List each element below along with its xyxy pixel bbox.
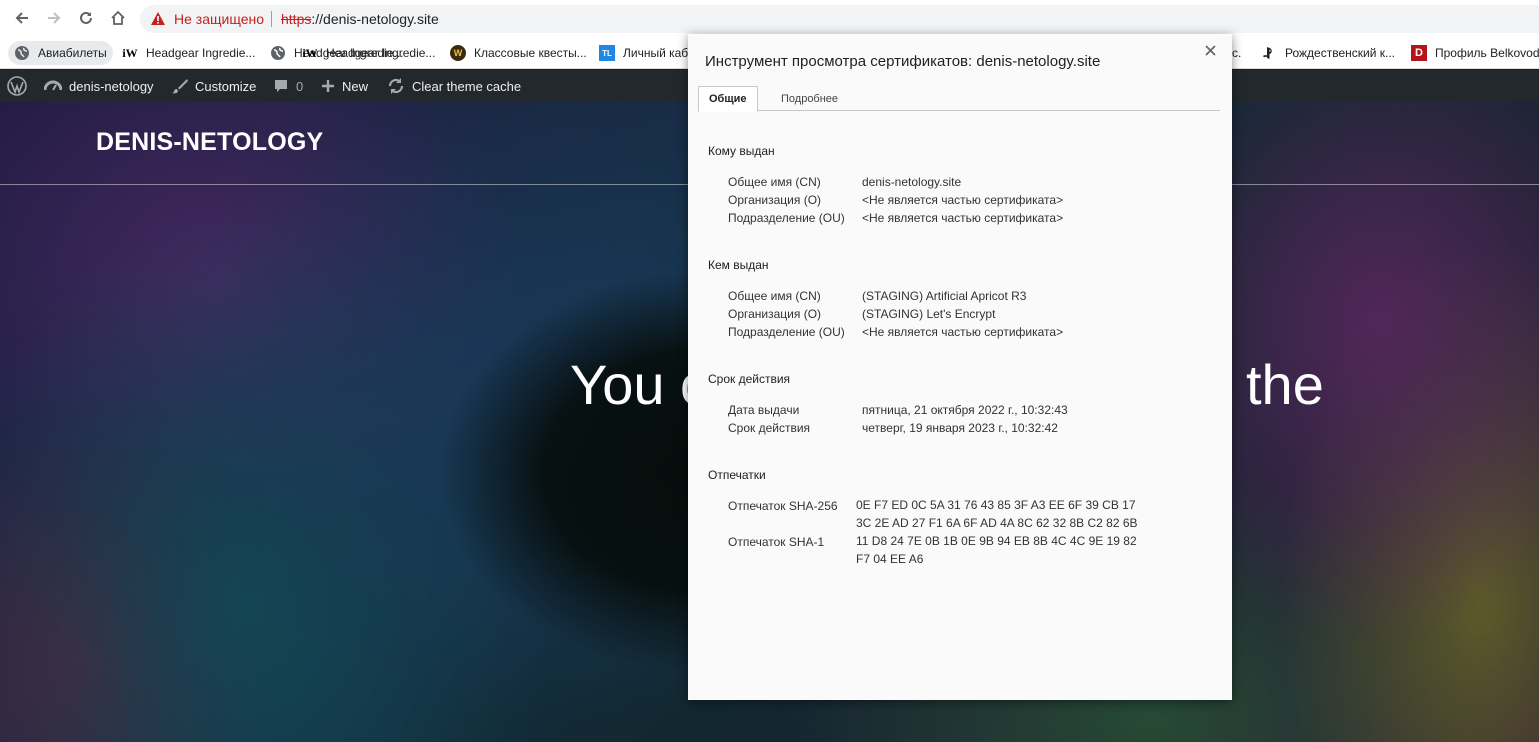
wp-comments-link[interactable]: 0 [273, 70, 303, 102]
sha256-line: 3C 2E AD 27 F1 6A 6F AD 4A 8C 62 32 8B C… [856, 516, 1138, 530]
tl-icon: TL [599, 45, 615, 61]
issued-by-heading: Кем выдан [708, 258, 769, 272]
reload-button[interactable] [75, 7, 97, 29]
issued-to-heading: Кому выдан [708, 144, 775, 158]
sha1-label: Отпечаток SHA-1 [728, 535, 825, 549]
sha1-line: 11 D8 24 7E 0B 1B 0E 9B 94 EB 8B 4C 4C 9… [856, 534, 1137, 548]
field-label: Срок действия [728, 421, 811, 435]
reload-icon [80, 11, 92, 24]
wp-customize-label: Customize [195, 78, 257, 94]
forward-button[interactable] [43, 7, 65, 29]
iw-icon: iW [122, 45, 138, 60]
bookmark-label: Классовые квесты... [474, 46, 587, 60]
bookmark-item[interactable]: iW Headgear Ingredie... [296, 41, 441, 65]
field-label: Подразделение (OU) [728, 211, 845, 225]
sha1-line: F7 04 EE A6 [856, 552, 924, 566]
field-value: пятница, 21 октября 2022 г., 10:32:43 [862, 403, 1068, 417]
close-icon [1204, 44, 1216, 56]
omnibox-divider [271, 11, 272, 27]
field-label: Общее имя (CN) [728, 175, 821, 189]
wp-site-label: denis-netology [69, 78, 154, 94]
bookmark-item[interactable]: iW Headgear Ingredie... [116, 41, 261, 65]
field-value: <Не является частью сертификата> [862, 211, 1064, 225]
back-button[interactable] [11, 7, 33, 29]
globe-icon [270, 45, 286, 61]
comment-icon [273, 78, 289, 94]
fingerprints-heading: Отпечатки [708, 468, 766, 482]
bookmark-label: Рождественский к... [1285, 46, 1395, 60]
certificate-viewer-dialog: Инструмент просмотра сертификатов: denis… [688, 34, 1232, 700]
url-host: ://denis-netology.site [311, 11, 439, 27]
hero-heading-right: the [1246, 353, 1324, 416]
bookmark-label: Личный каб [623, 46, 689, 60]
validity-heading: Срок действия [708, 372, 791, 386]
close-button[interactable] [1200, 40, 1220, 60]
wp-clear-cache-label: Clear theme cache [412, 78, 522, 94]
wp-comments-count: 0 [296, 78, 304, 94]
field-value: <Не является частью сертификата> [862, 325, 1064, 339]
bookmark-label: Авиабилеты [38, 46, 107, 60]
field-label: Подразделение (OU) [728, 325, 845, 339]
site-title[interactable]: DENIS-NETOLOGY [96, 128, 323, 157]
field-value: <Не является частью сертификата> [862, 193, 1064, 207]
warning-icon[interactable] [150, 11, 166, 31]
wow-icon: W [450, 45, 466, 61]
field-value: denis-netology.site [862, 175, 962, 189]
field-value: четверг, 19 января 2023 г., 10:32:42 [862, 421, 1058, 435]
tab-general[interactable]: Общие [698, 86, 758, 112]
bookmark-label: Профиль Belkovod [1435, 46, 1539, 60]
tab-details[interactable]: Подробнее [771, 86, 848, 111]
wp-new-label: New [342, 78, 369, 94]
refresh-icon [387, 77, 405, 95]
bookmark-item[interactable]: D Профиль Belkovod [1405, 41, 1539, 65]
brush-icon [172, 78, 188, 94]
wp-logo-button[interactable] [7, 70, 34, 102]
bookmark-label: Headgear Ingredie... [146, 46, 256, 60]
wp-clear-cache-link[interactable]: Clear theme cache [387, 70, 521, 102]
wp-site-link[interactable]: denis-netology [44, 70, 154, 102]
playstation-icon [1261, 45, 1277, 61]
arrow-right-icon [48, 12, 61, 24]
field-value: (STAGING) Let's Encrypt [862, 307, 996, 321]
dashboard-icon [44, 78, 62, 94]
field-label: Общее имя (CN) [728, 289, 821, 303]
bookmark-label: Headgear Ingredie... [326, 46, 436, 60]
wp-customize-link[interactable]: Customize [172, 70, 256, 102]
dialog-tabs: Общие Подробнее [698, 86, 1220, 112]
address-bar[interactable]: Не защищено https://denis-netology.site [140, 5, 1539, 33]
field-label: Дата выдачи [728, 403, 800, 417]
sha256-line: 0E F7 ED 0C 5A 31 76 43 85 3F A3 EE 6F 3… [856, 498, 1136, 512]
d-icon: D [1411, 45, 1427, 61]
bookmark-item[interactable]: TL Личный каб [593, 41, 694, 65]
sha256-label: Отпечаток SHA-256 [728, 499, 838, 513]
bookmark-item[interactable]: Авиабилеты [8, 41, 113, 65]
wordpress-icon [7, 76, 27, 96]
globe-icon [14, 45, 30, 61]
browser-toolbar: Не защищено https://denis-netology.site [0, 0, 1539, 37]
url-scheme: https [281, 11, 312, 27]
home-button[interactable] [107, 7, 129, 29]
plus-icon [321, 79, 335, 93]
iw-icon: iW [302, 45, 318, 60]
field-value: (STAGING) Artificial Apricot R3 [862, 289, 1027, 303]
url-text[interactable]: https://denis-netology.site [281, 11, 439, 27]
bookmark-item[interactable]: W Классовые квесты... [444, 41, 593, 65]
wp-new-link[interactable]: New [321, 70, 368, 102]
arrow-left-icon [15, 12, 28, 24]
field-label: Организация (O) [728, 307, 822, 321]
sha1-value: 11 D8 24 7E 0B 1B 0E 9B 94 EB 8B 4C 4C 9… [856, 532, 1146, 568]
dialog-title: Инструмент просмотра сертификатов: denis… [705, 53, 1101, 70]
field-label: Организация (O) [728, 193, 822, 207]
security-label[interactable]: Не защищено [174, 11, 264, 27]
bookmark-item[interactable]: Рождественский к... [1255, 41, 1401, 65]
sha256-value: 0E F7 ED 0C 5A 31 76 43 85 3F A3 EE 6F 3… [856, 496, 1146, 532]
home-icon [111, 10, 125, 25]
